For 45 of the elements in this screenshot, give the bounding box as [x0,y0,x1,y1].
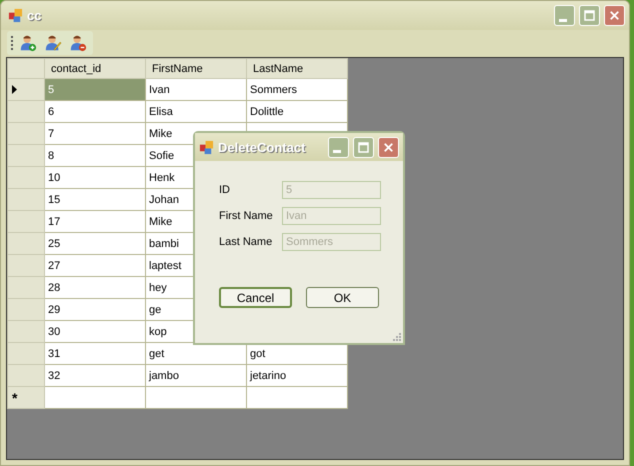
column-header[interactable]: contact_id [44,58,146,78]
table-cell: 10 [44,166,146,188]
table-cell: 17 [44,210,146,232]
close-button[interactable] [378,136,399,158]
table-cell: jetarino [246,364,348,386]
maximize-button[interactable] [579,5,600,26]
maximize-button[interactable] [353,136,374,158]
corner-header [8,58,44,78]
table-cell: 25 [44,232,146,254]
table-cell: get [146,342,246,364]
maximize-icon [356,140,371,154]
table-cell: 28 [44,276,146,298]
dialog-button[interactable]: OK [306,287,379,308]
minimize-button[interactable] [328,136,349,158]
table-cell: 5 [44,78,146,100]
table-cell: 31 [44,342,146,364]
column-header[interactable]: LastName [246,58,348,78]
minimize-icon [558,18,566,22]
table-cell: 27 [44,254,146,276]
table-cell: 30 [44,320,146,342]
table-cell: 32 [44,364,146,386]
table-cell: Elisa [146,100,246,122]
close-button[interactable] [604,5,625,26]
minimize-button[interactable] [554,5,575,26]
table-cell: 7 [44,122,146,144]
row-header[interactable]: * [8,386,44,408]
row-header[interactable] [8,78,44,100]
table-cell: 6 [44,100,146,122]
table-cell: Sommers [246,78,348,100]
column-header[interactable]: FirstName [146,58,246,78]
grip-icon [11,36,14,50]
maximize-icon [582,8,597,23]
minimize-icon [332,150,340,153]
resize-grip-icon [392,332,401,341]
app-icon [8,8,23,23]
dialog-button[interactable]: Cancel [219,287,292,308]
table-cell: Dolittle [246,100,348,122]
new-row-marker: * [12,390,18,406]
table-cell: 8 [44,144,146,166]
app-icon [199,140,214,154]
table-cell: jambo [146,364,246,386]
window-title: cc [27,8,42,23]
table-cell: 15 [44,188,146,210]
table-cell: 29 [44,298,146,320]
table-cell: Ivan [146,78,246,100]
